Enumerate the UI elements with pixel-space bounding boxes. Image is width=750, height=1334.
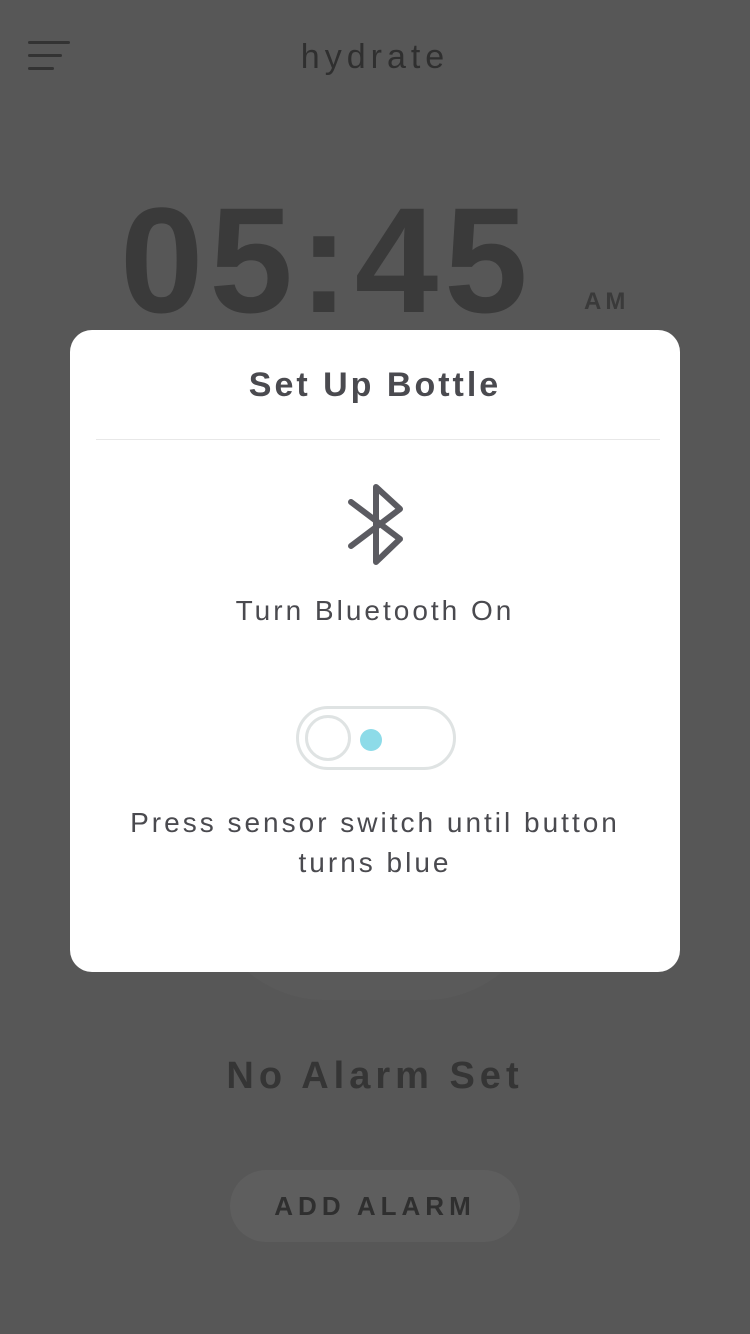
toggle-knob <box>305 715 351 761</box>
clock-period: AM <box>584 288 630 315</box>
alarm-status: No Alarm Set <box>226 1055 524 1097</box>
modal-divider <box>96 439 660 440</box>
app-screen: hydrate 05:45 AM No Alarm Set ADD ALARM … <box>0 0 750 1334</box>
status-dot-icon <box>360 729 382 751</box>
clock-time: 05:45 <box>120 176 534 344</box>
setup-bottle-modal: Set Up Bottle Turn Bluetooth On Press se… <box>70 330 680 972</box>
bluetooth-icon <box>345 480 405 570</box>
clock-display: 05:45 AM <box>120 180 640 340</box>
app-title: hydrate <box>300 38 450 76</box>
add-alarm-button[interactable]: ADD ALARM <box>230 1170 520 1242</box>
modal-title: Set Up Bottle <box>248 366 502 404</box>
sensor-toggle[interactable] <box>296 706 456 770</box>
bluetooth-label: Turn Bluetooth On <box>235 595 515 626</box>
setup-instructions: Press sensor switch until button turns b… <box>130 807 620 878</box>
